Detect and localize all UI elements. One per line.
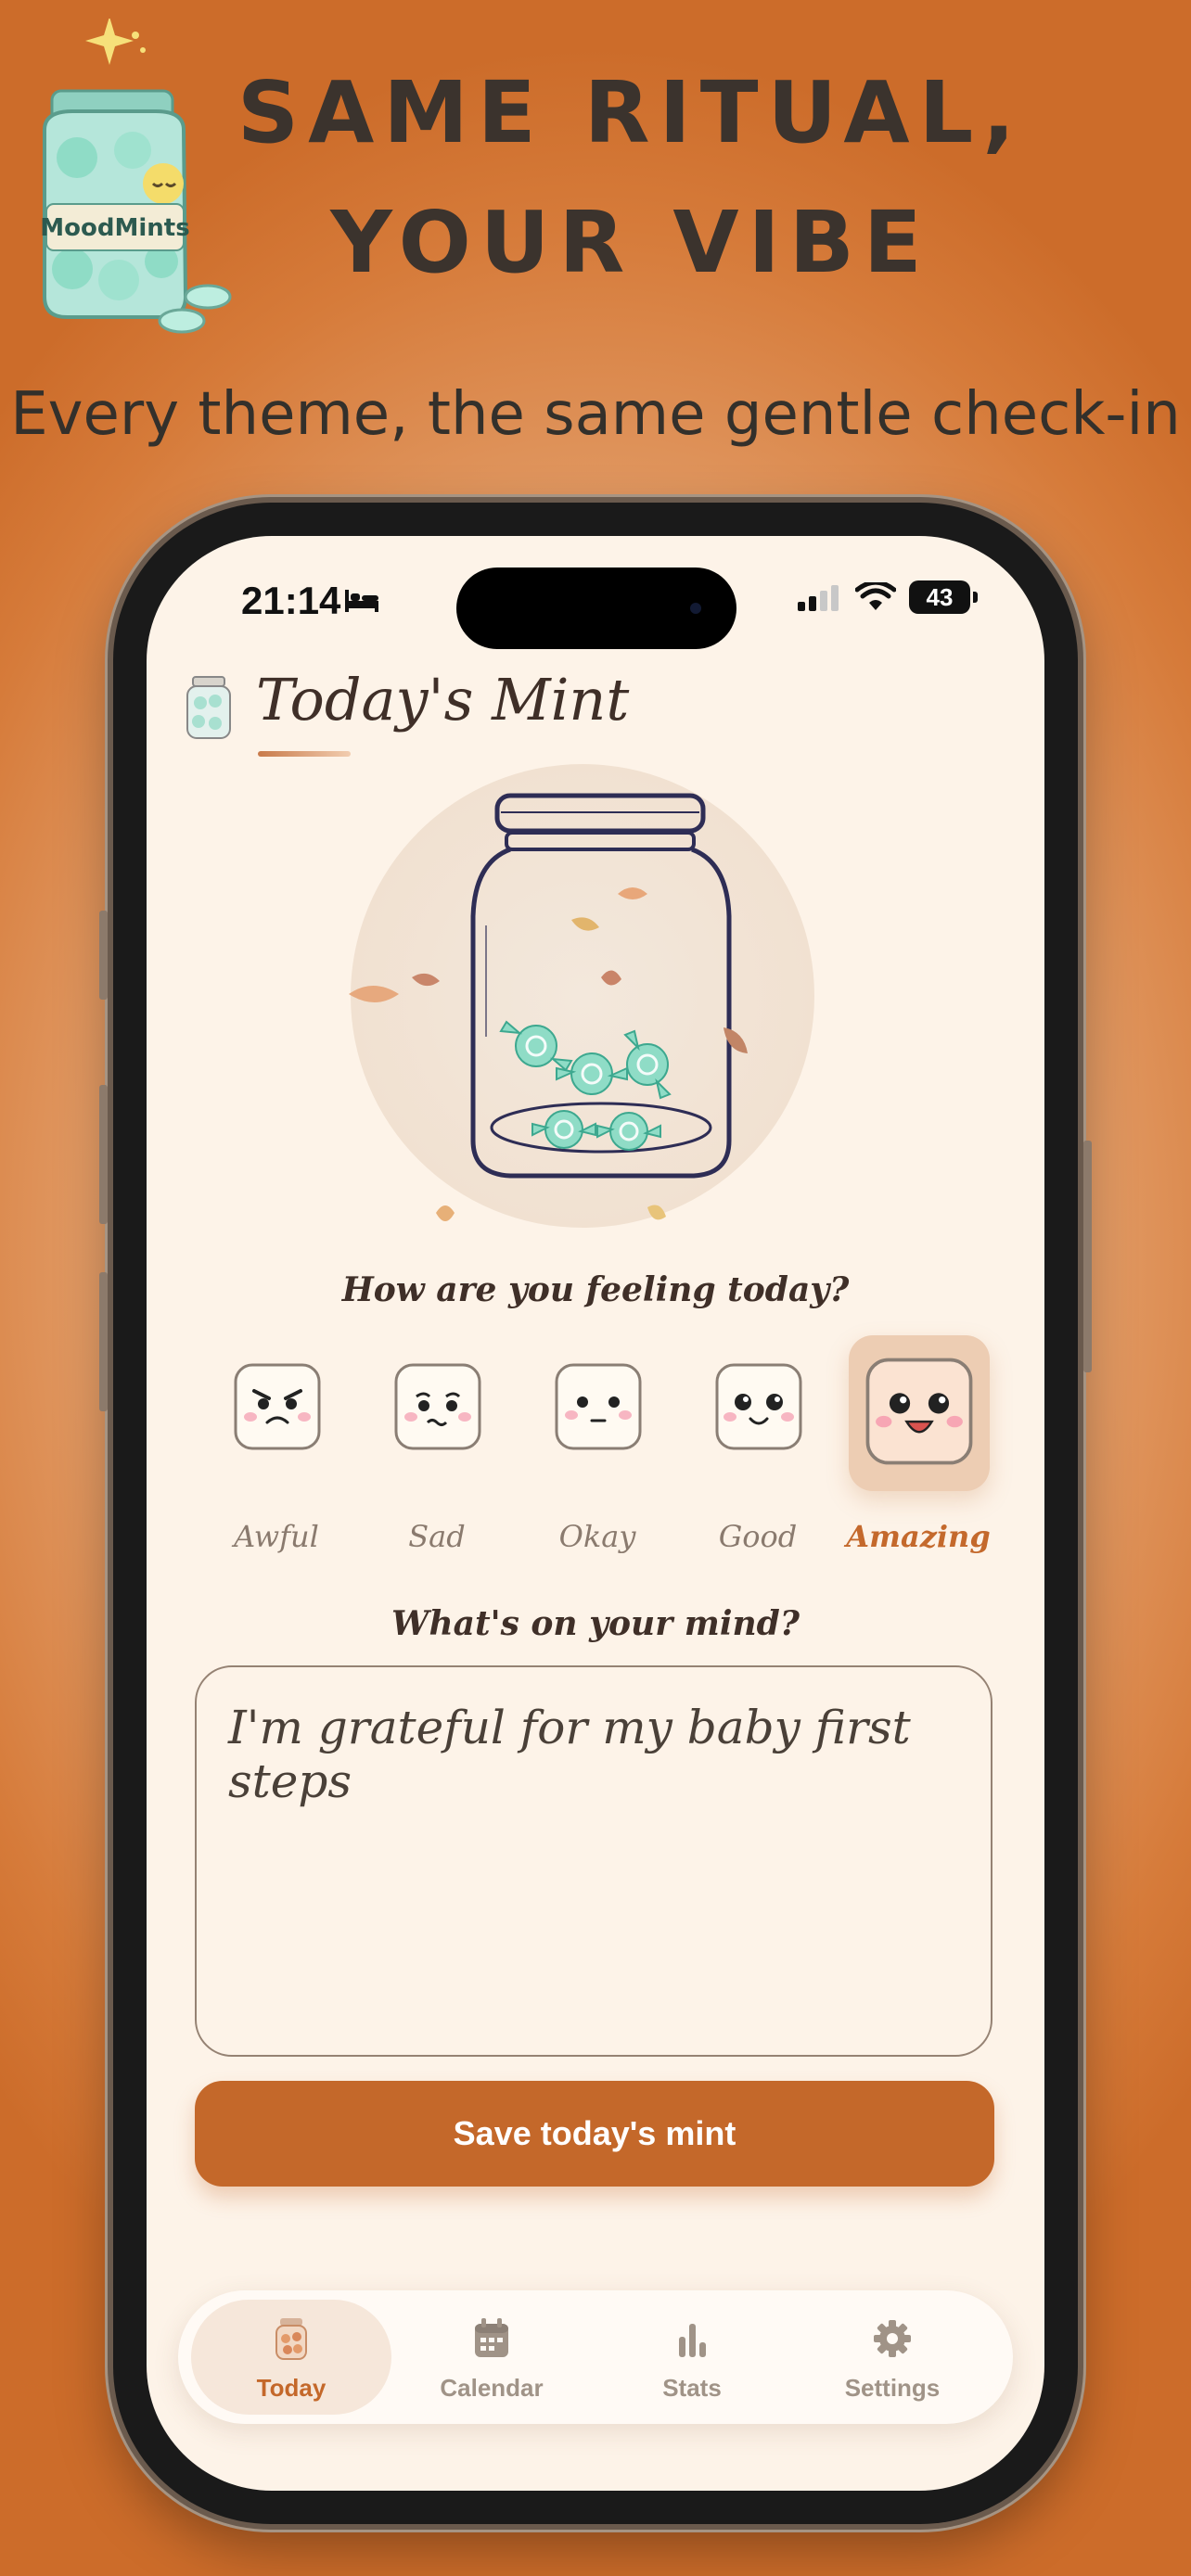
tab-settings[interactable]: Settings <box>792 2300 992 2415</box>
volume-down-button <box>99 1272 108 1411</box>
wifi-icon <box>855 582 896 610</box>
mood-label: Sad <box>408 1519 466 1554</box>
mood-label: Okay <box>558 1519 636 1554</box>
okay-face-icon <box>555 1363 642 1450</box>
gear-icon <box>874 2320 911 2357</box>
phone-frame: 21:14 43 Today's Mint How are you feelin… <box>99 503 1092 2524</box>
bottom-tab-bar: Today Calendar Stats Settings <box>178 2290 1013 2424</box>
mute-switch <box>99 911 108 1000</box>
jar-app-icon <box>186 676 231 739</box>
sleep-focus-icon <box>345 590 378 612</box>
title-underline <box>258 751 351 757</box>
mood-label: Awful <box>234 1519 319 1554</box>
status-indicators: 43 <box>796 580 978 614</box>
note-question: What's on your mind? <box>391 1604 800 1643</box>
power-button <box>1083 1141 1092 1372</box>
dynamic-island <box>456 567 736 649</box>
mood-option-good[interactable]: Good <box>684 1335 832 1567</box>
mood-label: Amazing <box>846 1519 991 1554</box>
mood-option-sad[interactable]: Sad <box>363 1335 511 1567</box>
headline-line-2: YOUR VIBE <box>330 193 931 292</box>
note-text-value: I'm grateful for my baby first steps <box>228 1701 911 1808</box>
mood-question: How are you feeling today? <box>341 1270 850 1309</box>
tab-today[interactable]: Today <box>191 2300 391 2415</box>
tab-stats[interactable]: Stats <box>592 2300 792 2415</box>
tab-label: Settings <box>844 2374 941 2402</box>
jar-icon <box>275 2318 307 2360</box>
svg-text:MoodMints: MoodMints <box>40 214 189 242</box>
sad-face-icon <box>394 1363 481 1450</box>
bar-chart-icon <box>679 2324 706 2357</box>
mood-label: Good <box>718 1519 798 1554</box>
app-screen: 21:14 43 Today's Mint How are you feelin… <box>147 536 1044 2491</box>
calendar-icon <box>475 2318 508 2357</box>
status-time: 21:14 <box>241 579 341 622</box>
awful-face-icon <box>234 1363 321 1450</box>
amazing-face-icon <box>865 1358 973 1465</box>
promo-headline: SAME RITUAL, YOUR VIBE <box>213 48 1048 308</box>
promo-subheadline: Every theme, the same gentle check-in <box>10 380 1181 449</box>
moodmints-logo: MoodMints <box>40 19 232 334</box>
good-face-icon <box>715 1363 802 1450</box>
tab-calendar[interactable]: Calendar <box>391 2300 592 2415</box>
volume-up-button <box>99 1085 108 1224</box>
cellular-signal-icon <box>798 585 839 611</box>
page-title: Today's Mint <box>256 666 630 733</box>
mood-selector: Awful Sad Okay Good Amazing <box>202 1335 1009 1567</box>
mood-option-okay[interactable]: Okay <box>523 1335 672 1567</box>
battery-indicator: 43 <box>909 580 978 614</box>
save-mint-button[interactable]: Save today's mint <box>195 2081 994 2187</box>
mood-option-amazing[interactable]: Amazing <box>844 1335 992 1567</box>
tab-label: Today <box>256 2374 327 2402</box>
mint-jar-illustration <box>349 764 814 1228</box>
headline-line-1: SAME RITUAL, <box>237 63 1025 162</box>
journal-note-textarea[interactable]: I'm grateful for my baby first steps <box>195 1665 992 2057</box>
tab-label: Stats <box>662 2374 722 2402</box>
mood-option-awful[interactable]: Awful <box>202 1335 351 1567</box>
save-button-label: Save today's mint <box>453 2114 736 2152</box>
tab-label: Calendar <box>440 2374 544 2402</box>
